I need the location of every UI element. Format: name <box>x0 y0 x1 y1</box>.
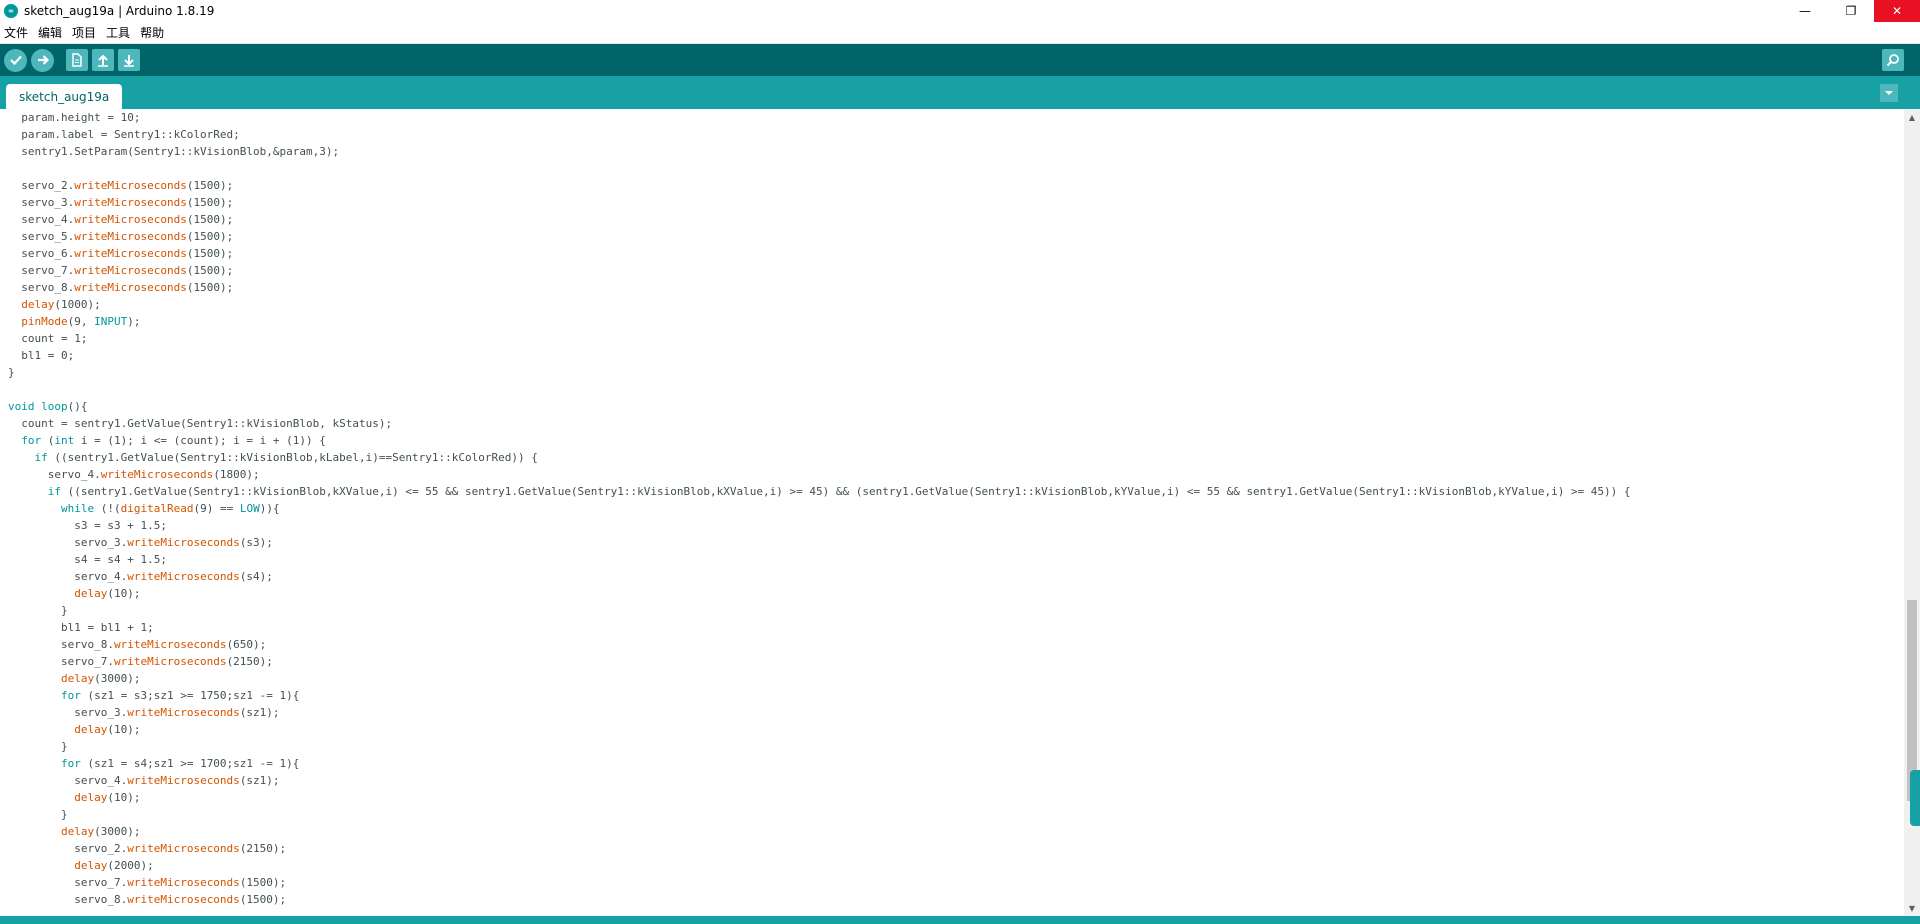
code-line: servo_4.writeMicroseconds(sz1); <box>8 774 280 787</box>
code-line: delay(3000); <box>60 825 141 838</box>
tab-menu-button[interactable] <box>1880 84 1898 102</box>
code-line: servo_2.writeMicroseconds(1500); <box>8 179 234 192</box>
code-line: sentry1.SetParam(Sentry1::kVisionBlob,&p… <box>8 145 340 158</box>
verify-button[interactable] <box>4 48 27 72</box>
menu-tools[interactable]: 工具 <box>102 24 134 41</box>
new-icon <box>72 53 82 67</box>
bottom-status-bar <box>0 916 1920 924</box>
console-resize-handle[interactable] <box>1910 770 1920 826</box>
code-line: } <box>8 808 68 821</box>
code-line: delay(10); <box>74 723 141 736</box>
code-line: pinMode(9, INPUT); <box>21 315 141 328</box>
window-controls: — ❐ ✕ <box>1782 0 1920 22</box>
upload-button[interactable] <box>31 48 54 72</box>
code-line: } <box>8 366 15 379</box>
code-line: servo_2.writeMicroseconds(2150); <box>8 842 287 855</box>
close-button[interactable]: ✕ <box>1874 0 1920 22</box>
verify-icon <box>9 55 22 66</box>
code-line: servo_4.writeMicroseconds(1500); <box>8 213 234 226</box>
menu-edit[interactable]: 编辑 <box>34 24 66 41</box>
code-line: servo_8.writeMicroseconds(1500); <box>8 893 287 906</box>
code-line: bl1 = bl1 + 1; <box>8 621 154 634</box>
menu-file[interactable]: 文件 <box>0 24 32 41</box>
code-line: for (sz1 = s4;sz1 >= 1700;sz1 -= 1){ <box>60 757 300 770</box>
code-line: param.label = Sentry1::kColorRed; <box>8 128 240 141</box>
code-line: servo_5.writeMicroseconds(1500); <box>8 230 234 243</box>
code-line: servo_8.writeMicroseconds(1500); <box>8 281 234 294</box>
code-line: delay(2000); <box>74 859 154 872</box>
code-line: } <box>8 604 68 617</box>
tab-bar: sketch_aug19a <box>0 76 1920 109</box>
code-line: servo_8.writeMicroseconds(650); <box>8 638 267 651</box>
menu-sketch[interactable]: 项目 <box>68 24 100 41</box>
toolbar <box>0 44 1920 76</box>
code-line: bl1 = 0; <box>8 349 75 362</box>
tab-sketch[interactable]: sketch_aug19a <box>6 84 123 109</box>
scroll-down-icon[interactable]: ▼ <box>1904 900 1920 916</box>
arduino-logo-icon: ∞ <box>4 4 18 18</box>
code-line: s4 = s4 + 1.5; <box>8 553 167 566</box>
window-title: sketch_aug19a | Arduino 1.8.19 <box>24 4 215 18</box>
code-line: servo_4.writeMicroseconds(s4); <box>8 570 273 583</box>
code-line: servo_4.writeMicroseconds(1800); <box>8 468 260 481</box>
code-line: servo_3.writeMicroseconds(s3); <box>8 536 273 549</box>
code-editor[interactable]: param.height = 10; param.label = Sentry1… <box>0 109 1904 916</box>
code-line: servo_3.writeMicroseconds(1500); <box>8 196 234 209</box>
code-line: delay(10); <box>74 791 141 804</box>
maximize-button[interactable]: ❐ <box>1828 0 1874 22</box>
code-line: count = sentry1.GetValue(Sentry1::kVisio… <box>8 417 393 430</box>
save-button[interactable] <box>118 49 140 71</box>
code-line: servo_3.writeMicroseconds(sz1); <box>8 706 280 719</box>
save-icon <box>124 55 134 67</box>
upload-icon <box>37 55 49 65</box>
menu-help[interactable]: 帮助 <box>136 24 168 41</box>
scroll-up-icon[interactable]: ▲ <box>1904 109 1920 125</box>
code-line: } <box>8 740 68 753</box>
code-line: servo_7.writeMicroseconds(1500); <box>8 264 234 277</box>
open-button[interactable] <box>92 49 114 71</box>
code-line: void loop(){ <box>8 400 88 413</box>
code-line: servo_7.writeMicroseconds(2150); <box>8 655 273 668</box>
code-line: param.height = 10; <box>8 111 141 124</box>
code-line: delay(3000); <box>60 672 141 685</box>
minimize-button[interactable]: — <box>1782 0 1828 22</box>
open-icon <box>98 54 108 67</box>
tab-menu-icon <box>1885 91 1893 95</box>
code-line: servo_7.writeMicroseconds(1500); <box>8 876 287 889</box>
code-line: delay(1000); <box>21 298 101 311</box>
code-line: servo_6.writeMicroseconds(1500); <box>8 247 234 260</box>
code-line: for (sz1 = s3;sz1 >= 1750;sz1 -= 1){ <box>60 689 300 702</box>
code-line: s3 = s3 + 1.5; <box>8 519 167 532</box>
menu-bar: 文件 编辑 项目 工具 帮助 <box>0 22 1920 44</box>
code-line: if ((sentry1.GetValue(Sentry1::kVisionBl… <box>47 485 1631 498</box>
serial-monitor-button[interactable] <box>1882 49 1904 71</box>
serial-monitor-icon <box>1886 54 1899 67</box>
new-button[interactable] <box>66 49 88 71</box>
code-line: for (int i = (1); i <= (count); i = i + … <box>21 434 326 447</box>
code-line: if ((sentry1.GetValue(Sentry1::kVisionBl… <box>34 451 538 464</box>
title-bar: ∞ sketch_aug19a | Arduino 1.8.19 — ❐ ✕ <box>0 0 1920 22</box>
code-line: delay(10); <box>74 587 141 600</box>
code-line: count = 1; <box>8 332 88 345</box>
code-line: while (!(digitalRead(9) == LOW)){ <box>60 502 280 515</box>
